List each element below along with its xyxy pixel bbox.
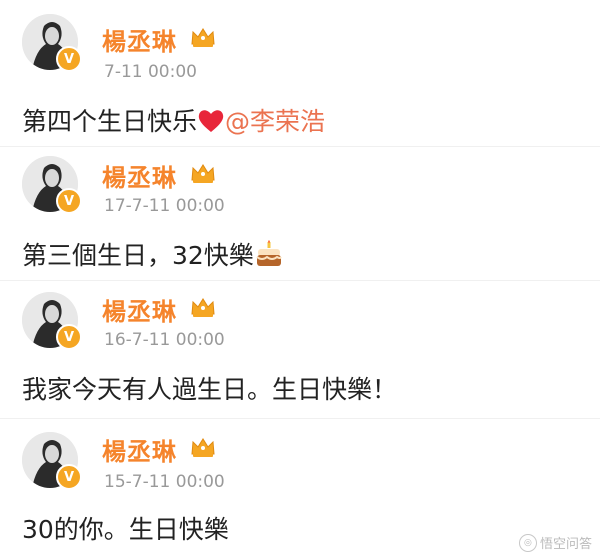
avatar[interactable]: V [22,292,82,350]
divider [0,418,600,419]
cake-icon [256,240,282,266]
username[interactable]: 楊丞琳 [102,158,177,193]
watermark-logo-icon: ◎ [518,533,537,552]
verified-badge-icon: V [56,46,82,72]
post-timestamp: 15-7-11 00:00 [104,472,225,492]
verified-badge-icon: V [56,324,82,350]
verified-badge-icon: V [56,464,82,490]
watermark: ◎ 悟空问答 [518,533,592,552]
post-text: 第四个生日快乐 @李荣浩 [22,102,325,138]
post-text: 30的你。生日快樂 [22,510,229,546]
watermark-text: 悟空问答 [539,537,592,552]
avatar[interactable]: V [22,14,82,72]
post-text: 我家今天有人過生日。生日快樂！ [22,370,397,406]
heart-icon [198,110,224,132]
mention-link[interactable]: @李荣浩 [225,107,325,136]
divider [0,280,600,281]
avatar[interactable]: V [22,432,82,490]
post-text: 第三個生日，32快樂 [22,236,284,272]
divider [0,146,600,147]
username[interactable]: 楊丞琳 [102,432,177,467]
post-timestamp: 17-7-11 00:00 [104,196,225,216]
post-timestamp: 7-11 00:00 [104,62,197,82]
post-timestamp: 16-7-11 00:00 [104,330,225,350]
username[interactable]: 楊丞琳 [102,22,177,57]
post-text-body: 我家今天有人過生日。生日快樂！ [22,375,398,404]
avatar[interactable]: V [22,156,82,214]
crown-icon [191,164,215,183]
crown-icon [191,28,215,47]
post-text-body: 第三個生日，32快樂 [22,241,254,270]
crown-icon [191,438,215,457]
verified-badge-icon: V [56,188,82,214]
post-text-body: 30的你。生日快樂 [22,515,229,544]
post-text-body: 第四个生日快乐 [22,107,198,136]
crown-icon [191,298,215,317]
username[interactable]: 楊丞琳 [102,292,177,327]
